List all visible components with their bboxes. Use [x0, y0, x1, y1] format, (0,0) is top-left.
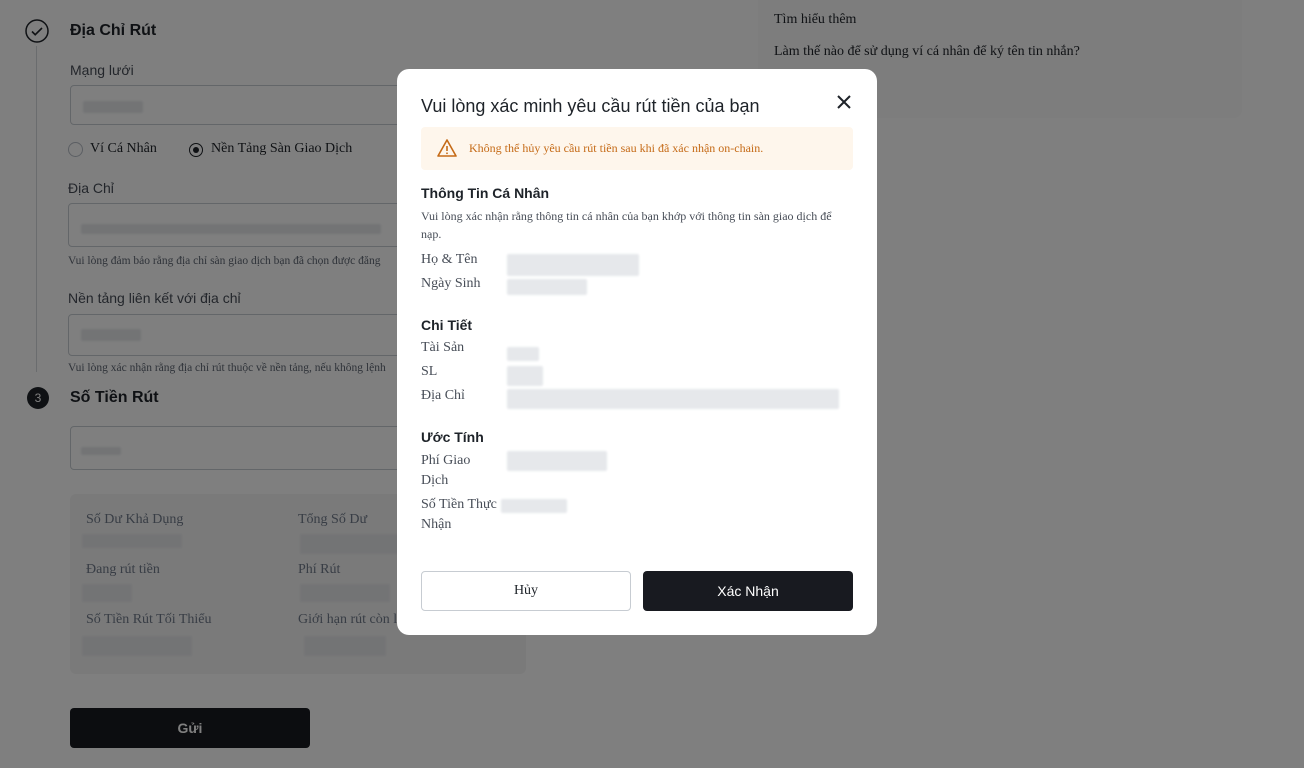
personal-info-title: Thông Tin Cá Nhân — [421, 185, 550, 201]
receive-amount-value — [501, 499, 567, 513]
estimate-title: Ước Tính — [421, 429, 484, 445]
asset-value — [507, 347, 539, 361]
close-icon[interactable] — [836, 94, 852, 110]
details-title: Chi Tiết — [421, 317, 473, 333]
warning-banner: Không thể hủy yêu cầu rút tiền sau khi đ… — [421, 127, 853, 170]
asset-label: Tài Sản — [421, 340, 465, 355]
confirm-modal: Vui lòng xác minh yêu cầu rút tiền của b… — [397, 69, 877, 635]
network-fee-value — [507, 451, 607, 471]
modal-title: Vui lòng xác minh yêu cầu rút tiền của b… — [421, 96, 760, 116]
warning-text: Không thể hủy yêu cầu rút tiền sau khi đ… — [469, 141, 764, 155]
name-label: Họ & Tên — [421, 252, 478, 267]
personal-info-desc: Vui lòng xác nhận rằng thông tin cá nhân… — [421, 209, 832, 241]
dob-label: Ngày Sinh — [421, 276, 481, 291]
dob-value — [507, 279, 587, 295]
quantity-label: SL — [421, 364, 438, 379]
network-fee-label: Phí Giao Dịch — [421, 453, 471, 488]
address-label: Địa Chỉ — [421, 388, 465, 403]
cancel-button[interactable]: Hủy — [421, 571, 631, 611]
confirm-button[interactable]: Xác Nhận — [643, 571, 853, 611]
quantity-value — [507, 366, 543, 386]
receive-amount-label: Số Tiền Thực Nhận — [421, 497, 497, 532]
warning-triangle-icon — [437, 138, 457, 158]
name-value — [507, 254, 639, 276]
address-value — [507, 389, 839, 409]
